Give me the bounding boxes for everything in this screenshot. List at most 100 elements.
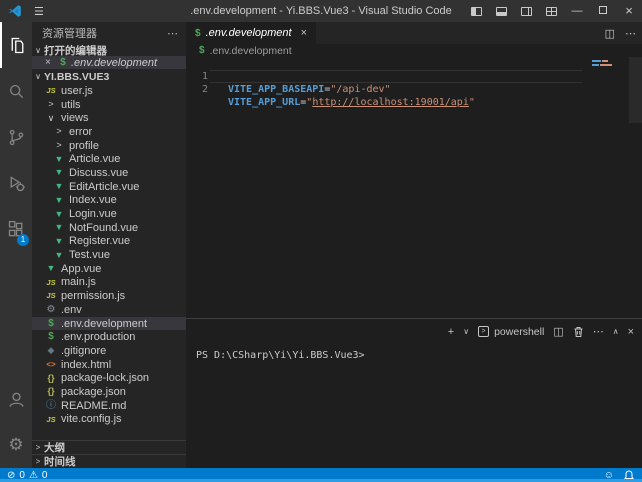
tree-item[interactable]: $ .env.production <box>32 330 186 344</box>
tree-item[interactable]: ◆ .gitignore <box>32 344 186 358</box>
js-icon: JS <box>44 416 58 424</box>
search-icon[interactable] <box>0 68 32 114</box>
tree-item[interactable]: ▼ Register.vue <box>32 235 186 249</box>
tree-item[interactable]: ▼ Article.vue <box>32 152 186 166</box>
tree-item[interactable]: JS main.js <box>32 276 186 290</box>
tab-env-development[interactable]: $ .env.development × <box>186 22 316 44</box>
folder-collapsed-icon: > <box>44 100 58 109</box>
open-editors-section[interactable]: ∨ 打开的编辑器 <box>32 44 186 56</box>
chevron-right-icon: > <box>32 457 44 466</box>
more-actions-icon[interactable]: ⋯ <box>593 325 604 338</box>
vscode-window: ☰ .env.development - Yi.BBS.Vue3 - Visua… <box>0 0 642 482</box>
tree-item[interactable]: ▼ Discuss.vue <box>32 166 186 180</box>
tree-item[interactable]: ⚙ .env <box>32 303 186 317</box>
more-actions-icon[interactable]: ⋯ <box>625 27 636 40</box>
minimap[interactable] <box>629 57 642 123</box>
vue-icon: ▼ <box>44 264 58 273</box>
maximize-button[interactable] <box>590 0 616 22</box>
folder-collapsed-icon: > <box>52 127 66 136</box>
sidebar-title: 资源管理器 <box>42 25 97 41</box>
json-icon: {} <box>44 387 58 396</box>
vscode-logo-icon <box>8 4 22 18</box>
tree-item[interactable]: ▼ Test.vue <box>32 248 186 262</box>
outline-section[interactable]: > 大纲 <box>32 440 186 454</box>
tree-item[interactable]: ▼ Index.vue <box>32 194 186 208</box>
close-window-button[interactable]: × <box>616 0 642 22</box>
tree-item[interactable]: ⓘ README.md <box>32 399 186 413</box>
maximize-panel-icon[interactable]: ∧ <box>613 327 619 336</box>
tree-item[interactable]: <> index.html <box>32 358 186 372</box>
editor-group: $ .env.development × ◫ ⋯ $ .env.developm… <box>186 22 642 468</box>
new-terminal-icon[interactable]: + <box>448 326 454 338</box>
tree-item[interactable]: ▼ NotFound.vue <box>32 221 186 235</box>
vue-icon: ▼ <box>52 237 66 246</box>
tree-item[interactable]: > profile <box>32 139 186 153</box>
chevron-down-icon: ∨ <box>32 46 44 55</box>
title-bar: ☰ .env.development - Yi.BBS.Vue3 - Visua… <box>0 0 642 22</box>
shell-file-icon: $ <box>195 28 201 39</box>
toggle-panel-icon[interactable] <box>496 7 507 16</box>
git-icon: ◆ <box>44 346 58 355</box>
js-icon: JS <box>44 279 58 287</box>
powershell-icon: > <box>478 326 489 337</box>
chevron-right-icon: > <box>32 443 44 452</box>
customize-layout-icon[interactable] <box>546 7 557 16</box>
tree-item[interactable]: ▼ EditArticle.vue <box>32 180 186 194</box>
folder-expanded-icon: ∨ <box>44 114 58 123</box>
info-icon: ⓘ <box>44 401 58 411</box>
terminal-prompt[interactable]: PS D:\CSharp\Yi\Yi.BBS.Vue3> <box>196 350 365 361</box>
tree-item[interactable]: {} package.json <box>32 385 186 399</box>
close-panel-icon[interactable]: × <box>628 326 634 338</box>
split-terminal-icon[interactable]: ◫ <box>553 325 563 338</box>
tree-item[interactable]: > error <box>32 125 186 139</box>
vue-icon: ▼ <box>52 196 66 205</box>
settings-gear-icon[interactable]: ⚙ <box>0 422 32 468</box>
tree-item[interactable]: {} package-lock.json <box>32 371 186 385</box>
bottom-panel: + ∨ > powershell ◫ ⋯ ∧ × PS D:\CSharp\Yi… <box>186 318 642 468</box>
launch-profile-chevron-icon[interactable]: ∨ <box>463 327 469 336</box>
json-icon: {} <box>44 374 58 383</box>
tree-item[interactable]: ∨ views <box>32 111 186 125</box>
chevron-down-icon: ∨ <box>32 72 44 81</box>
minimap-marks <box>592 60 620 68</box>
timeline-section[interactable]: > 时间线 <box>32 454 186 468</box>
code-editor[interactable]: 1 VITE_APP_BASEAPI="/api-dev" 2 VITE_APP… <box>186 57 642 318</box>
tree-item[interactable]: JS user.js <box>32 84 186 98</box>
tree-item[interactable]: ▼ App.vue <box>32 262 186 276</box>
vue-icon: ▼ <box>52 168 66 177</box>
vue-icon: ▼ <box>52 251 66 260</box>
url-link[interactable]: http://localhost:19001/api <box>312 97 469 108</box>
split-editor-icon[interactable]: ◫ <box>605 27 615 40</box>
kill-terminal-icon[interactable] <box>573 326 584 338</box>
project-root-folder[interactable]: ∨ YI.BBS.VUE3 <box>32 69 186 84</box>
vue-icon: ▼ <box>52 182 66 191</box>
shell-icon: $ <box>44 332 58 342</box>
extensions-badge: 1 <box>17 234 29 246</box>
tree-item[interactable]: ▼ Login.vue <box>32 207 186 221</box>
toggle-sidebar-icon[interactable] <box>471 7 482 16</box>
file-tree: JS user.js > utils ∨ views > error > pro… <box>32 84 186 427</box>
js-icon: JS <box>44 87 58 95</box>
html-icon: <> <box>44 361 58 369</box>
tree-item[interactable]: > utils <box>32 98 186 112</box>
terminal-shell-name[interactable]: powershell <box>494 326 544 338</box>
run-and-debug-icon[interactable] <box>0 160 32 206</box>
tree-item[interactable]: $ .env.development <box>32 317 186 331</box>
open-editor-item[interactable]: × $ .env.development <box>32 56 186 69</box>
account-icon[interactable] <box>0 376 32 422</box>
extensions-icon[interactable]: 1 <box>0 206 32 252</box>
minimize-button[interactable]: — <box>564 0 590 22</box>
source-control-icon[interactable] <box>0 114 32 160</box>
breadcrumb[interactable]: $ .env.development <box>186 44 642 57</box>
shell-file-icon: $ <box>57 57 69 68</box>
close-tab-icon[interactable]: × <box>301 27 307 39</box>
toggle-secondary-sidebar-icon[interactable] <box>521 7 532 16</box>
tree-item[interactable]: JS vite.config.js <box>32 413 186 427</box>
shell-file-icon: $ <box>199 45 205 56</box>
explorer-icon[interactable] <box>0 22 32 68</box>
close-icon[interactable]: × <box>45 57 57 68</box>
menu-icon[interactable]: ☰ <box>34 5 44 18</box>
more-actions-icon[interactable]: ⋯ <box>167 27 178 40</box>
tree-item[interactable]: JS permission.js <box>32 289 186 303</box>
gear-icon: ⚙ <box>44 305 58 315</box>
